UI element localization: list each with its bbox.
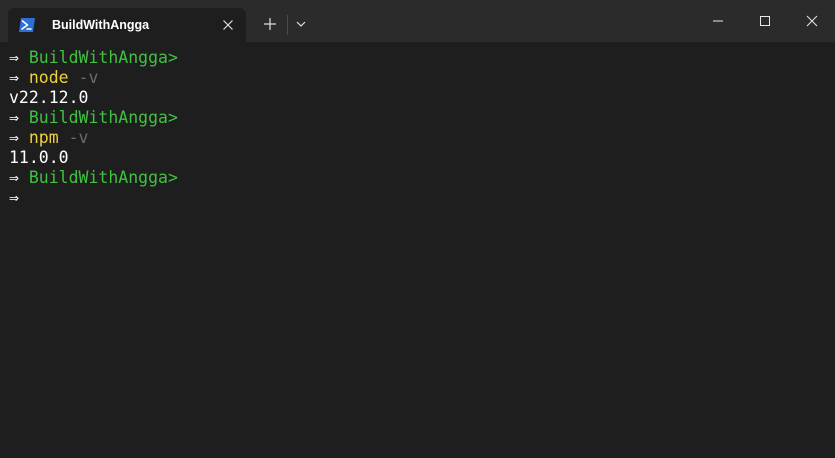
prompt-arrow: ⇒: [9, 128, 19, 147]
command-text: node: [28, 68, 69, 87]
tab-separator: [287, 15, 288, 35]
tab-buildwithangga[interactable]: BuildWithAngga: [8, 8, 246, 42]
terminal-line: 11.0.0: [9, 148, 835, 168]
tab-title: BuildWithAngga: [52, 18, 150, 32]
prompt-arrow: ⇒: [9, 168, 19, 187]
command-flag: -v: [68, 128, 89, 147]
command-flag: -v: [78, 68, 99, 87]
terminal-line: ⇒ node -v: [9, 68, 835, 88]
tab-dropdown-button[interactable]: [290, 12, 312, 36]
close-button[interactable]: [789, 0, 835, 42]
maximize-button[interactable]: [742, 0, 788, 42]
minimize-icon: [713, 20, 723, 22]
prompt-arrow: ⇒: [9, 188, 19, 207]
command-text: npm: [28, 128, 59, 147]
output-text: v22.12.0: [9, 88, 89, 107]
terminal-window: BuildWithAngga ⇒ BuildWithAngga> ⇒ node …: [0, 0, 835, 458]
prompt-arrow: ⇒: [9, 48, 19, 67]
terminal-output[interactable]: ⇒ BuildWithAngga> ⇒ node -v v22.12.0 ⇒ B…: [0, 42, 835, 458]
title-bar: BuildWithAngga: [0, 0, 835, 42]
tab-close-icon[interactable]: [220, 17, 236, 33]
plus-icon: [264, 18, 276, 30]
powershell-icon: [18, 16, 36, 34]
output-text: 11.0.0: [9, 148, 69, 167]
terminal-line: ⇒ BuildWithAngga>: [9, 48, 835, 68]
close-icon: [806, 15, 818, 27]
terminal-line: ⇒ npm -v: [9, 128, 835, 148]
prompt-arrow: ⇒: [9, 108, 19, 127]
prompt-arrow: ⇒: [9, 68, 19, 87]
prompt-text: BuildWithAngga>: [28, 168, 178, 187]
terminal-line: ⇒ BuildWithAngga>: [9, 108, 835, 128]
chevron-down-icon: [296, 21, 306, 27]
prompt-text: BuildWithAngga>: [28, 108, 178, 127]
terminal-line: v22.12.0: [9, 88, 835, 108]
terminal-line: ⇒ BuildWithAngga>: [9, 168, 835, 188]
new-tab-button[interactable]: [258, 12, 282, 36]
maximize-icon: [760, 16, 770, 26]
prompt-text: BuildWithAngga>: [28, 48, 178, 67]
minimize-button[interactable]: [695, 0, 741, 42]
terminal-input-line[interactable]: ⇒: [9, 188, 835, 208]
